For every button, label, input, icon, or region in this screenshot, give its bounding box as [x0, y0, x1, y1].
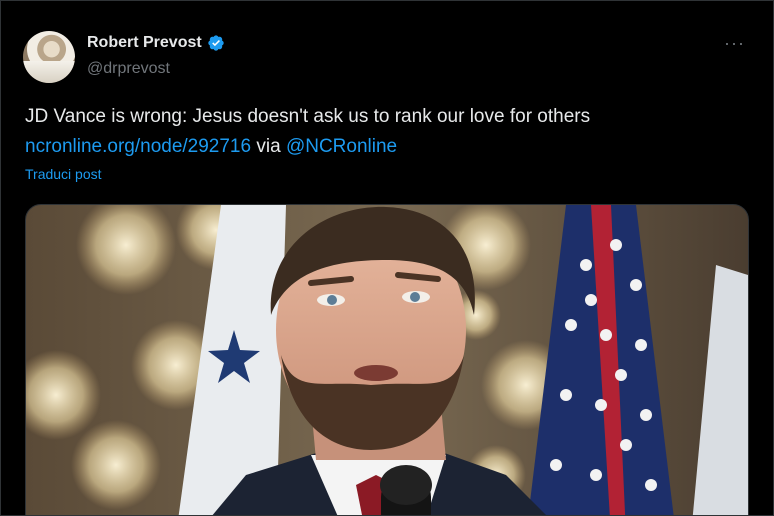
- photo-illustration: [26, 205, 748, 515]
- verified-badge-icon: [208, 35, 224, 51]
- bokeh-light: [71, 420, 161, 510]
- author-handle[interactable]: @drprevost: [87, 60, 170, 78]
- tweet-link-line: ncronline.org/node/292716 via @NCRonline: [25, 133, 755, 161]
- more-options-icon[interactable]: ···: [724, 33, 745, 54]
- article-link[interactable]: ncronline.org/node/292716: [25, 136, 251, 157]
- tweet-body: JD Vance is wrong: Jesus doesn't ask us …: [25, 103, 755, 161]
- mention-link[interactable]: @NCRonline: [286, 136, 397, 157]
- avatar-image: [23, 61, 75, 83]
- avatar[interactable]: [23, 31, 75, 83]
- translate-post-link[interactable]: Traduci post: [25, 166, 102, 182]
- tweet-card: Robert Prevost @drprevost ··· JD Vance i…: [0, 0, 774, 516]
- tweet-text: JD Vance is wrong: Jesus doesn't ask us …: [25, 106, 591, 127]
- via-text: via: [251, 136, 286, 157]
- author-name-row: Robert Prevost: [87, 34, 225, 52]
- author-display-name[interactable]: Robert Prevost: [87, 34, 202, 52]
- tweet-media-photo[interactable]: [25, 204, 749, 515]
- microphone: [380, 465, 432, 515]
